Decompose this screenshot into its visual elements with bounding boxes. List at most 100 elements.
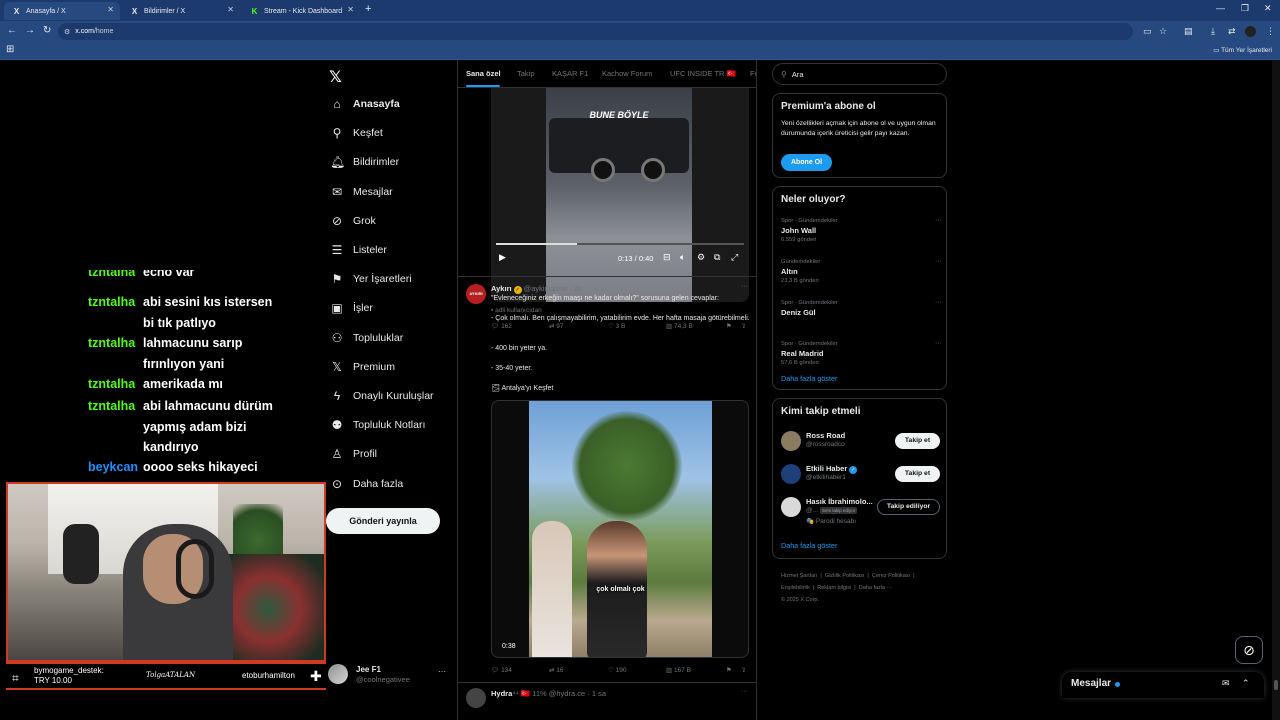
bookmark-icon[interactable]: ⚑ [726,666,732,674]
follow-button[interactable]: Takip et [895,433,940,449]
avatar[interactable] [781,497,801,517]
nav-item-search[interactable]: ⚲ Keşfet [330,123,383,143]
site-info-icon[interactable]: ⚙ [64,28,70,36]
tab-sana-ozel[interactable]: Sana özel [466,69,501,78]
tab-kachow-forum[interactable]: Kachow Forum [602,69,652,78]
suggestion-name[interactable]: Etkili Haber ✓ [806,464,858,474]
nav-item-more-circle[interactable]: ⊙ Daha fazla [330,474,403,494]
follow-button[interactable]: Takip et [895,466,940,482]
nav-item-bookmark[interactable]: ⚑ Yer İşaretleri [330,269,412,289]
more-dots-icon[interactable]: ··· [741,283,748,290]
trend-item[interactable]: Gündemdekiler Altın 23,3 B gönderi ··· [781,258,942,285]
footer-link[interactable]: Hizmet Şartları [781,573,817,579]
tab-kick-dashboard[interactable]: K Stream - Kick Dashboard ✕ [242,2,360,20]
reload-icon[interactable]: ↻ [43,25,51,36]
new-tab-icon[interactable]: + [365,3,371,15]
suggestion-name[interactable]: Hasık İbrahimolo... [806,497,873,506]
video-player[interactable]: çok olmalı çok 0:38 [491,400,749,658]
tab-bildirimler[interactable]: X Bildirimler / X ✕ [122,2,240,20]
trend-item[interactable]: Spor · Gündemdekiler John Wall 6.559 gönde… [781,217,942,244]
trends-show-more-link[interactable]: Daha fazla göster [781,374,837,383]
following-button[interactable]: Takip ediliyor [877,499,940,515]
page-scrollbar[interactable] [1272,60,1280,720]
sidepanel-icon[interactable]: ▤ [1184,26,1193,37]
nav-item-notes[interactable]: ⚉ Topluluk Notları [330,415,426,435]
tweet-author-name[interactable]: Hydra [491,689,512,698]
more-dots-icon[interactable]: ··· [935,258,942,265]
avatar[interactable]: AYKIRI [466,284,486,304]
footer-link[interactable]: Gizlilik Politikası [825,573,864,579]
tweet-author-handle[interactable]: @aykiricomtr [524,284,568,293]
cast-icon[interactable]: ▭ [1143,26,1152,37]
tab-kasar-f1[interactable]: KAŞAR F1 [552,69,588,78]
volume-icon[interactable]: 🔈︎ [680,252,685,263]
expand-up-icon[interactable]: ⌃ [1242,678,1250,689]
views-button[interactable]: ▥ 167 B [666,666,691,674]
tweet-author-handle[interactable]: @hydra.ce [549,689,585,698]
close-icon[interactable]: ✕ [107,5,114,14]
forward-icon[interactable]: → [25,25,35,36]
repost-button[interactable]: ⇄ 16 [549,666,564,674]
nav-item-home[interactable]: ⌂ Anasayfa [330,94,399,114]
avatar[interactable] [466,688,486,708]
subscribe-button[interactable]: Abone Ol [781,154,832,171]
footer-link[interactable]: Çerez Politikası [872,573,910,579]
minimize-icon[interactable]: — [1216,3,1225,13]
nav-item-mail[interactable]: ✉ Mesajlar [330,182,393,202]
account-switcher[interactable]: Jee F1 @coolnegativee ··· [328,662,450,688]
video-progress-bar[interactable] [496,243,744,245]
tweet-location-tag[interactable]: 🌫 Antalya'yı Keşfet [491,384,553,392]
tweet-author-name[interactable]: Aykırı [491,284,512,293]
avatar[interactable] [781,464,801,484]
close-icon[interactable]: ✕ [227,5,234,14]
follow-suggestion[interactable]: Etkili Haber ✓ @etkilihaber1 Takip et [781,462,941,488]
more-dots-icon[interactable]: ··· [438,667,446,676]
trend-item[interactable]: Spor · Gündemdekiler Real Madrid 57,6 B gö… [781,340,942,367]
captions-icon[interactable]: ⊟ [663,252,671,263]
more-dots-icon[interactable]: ··· [935,217,942,224]
follow-suggestion[interactable]: Ross Road @rossroadco Takip et [781,429,941,455]
like-button[interactable]: ♡ 190 [608,666,627,674]
trend-item[interactable]: Spor · Gündemdekiler Deniz Gül ··· [781,299,942,318]
footer-link[interactable]: Daha fazla ··· [859,585,892,591]
footer-link[interactable]: Reklam bilgisi [817,585,851,591]
nav-item-x-premium[interactable]: 𝕏 Premium [330,357,395,377]
scrollbar-thumb[interactable] [1274,680,1278,690]
all-bookmarks-link[interactable]: ▭ Tüm Yer İşaretleri [1213,46,1272,54]
video-player[interactable]: BUNE BÖYLE ▶ 0:13 / 0:40 ⊟ 🔈︎ ⚙ ⧉ ⤢ [491,88,749,302]
post-button[interactable]: Gönderi yayınla [326,508,440,534]
more-dots-icon[interactable]: ··· [935,299,942,306]
suggestion-name[interactable]: Ross Road [806,431,845,440]
close-icon[interactable]: ✕ [347,5,354,14]
tab-takip[interactable]: Takip [517,69,535,78]
messages-drawer[interactable]: Mesajlar ✉ ⌃ [1062,672,1264,698]
apps-grid-icon[interactable]: ⊞ [6,44,14,55]
tweet-time[interactable]: 2s [574,284,582,293]
back-icon[interactable]: ← [7,25,17,36]
tab-fo[interactable]: Fo [750,69,756,78]
nav-item-people[interactable]: ⚇ Topluluklar [330,328,404,348]
follow-suggestion[interactable]: Hasık İbrahimolo... @... Seni takip ediyo… [781,495,941,529]
tweet-time[interactable]: 1 sa [592,689,606,698]
nav-item-user[interactable]: ♙ Profil [330,444,377,464]
grok-icon[interactable]: ⊘ [1235,636,1263,664]
maximize-icon[interactable]: ❐ [1241,3,1249,14]
share-icon[interactable]: ⇪ [741,666,746,674]
settings-icon[interactable]: ⚙ [697,252,705,263]
reply-button[interactable]: 💬︎ 134 [491,666,512,674]
tab-anasayfa[interactable]: X Anasayfa / X ✕ [4,2,120,20]
download-icon[interactable]: ⤓ [1211,26,1215,37]
new-message-icon[interactable]: ✉ [1222,678,1230,689]
nav-item-bell[interactable]: 🔔︎ Bildirimler [330,152,399,172]
tab-ufc-inside-tr[interactable]: UFC INSIDE TR 🇹🇷 [670,69,736,78]
nav-item-grok[interactable]: ⊘ Grok [330,211,376,231]
footer-link[interactable]: Erişilebilirlik [781,585,810,591]
popout-icon[interactable]: ⧉ [714,252,720,263]
nav-item-lightning[interactable]: ϟ Onaylı Kuruluşlar [330,386,434,406]
more-dots-icon[interactable]: ··· [935,340,942,347]
nav-item-list[interactable]: ☰ Listeler [330,240,387,260]
fullscreen-icon[interactable]: ⤢ [731,252,738,263]
avatar[interactable] [781,431,801,451]
close-window-icon[interactable]: ✕ [1264,3,1272,14]
star-icon[interactable]: ☆ [1159,26,1167,37]
